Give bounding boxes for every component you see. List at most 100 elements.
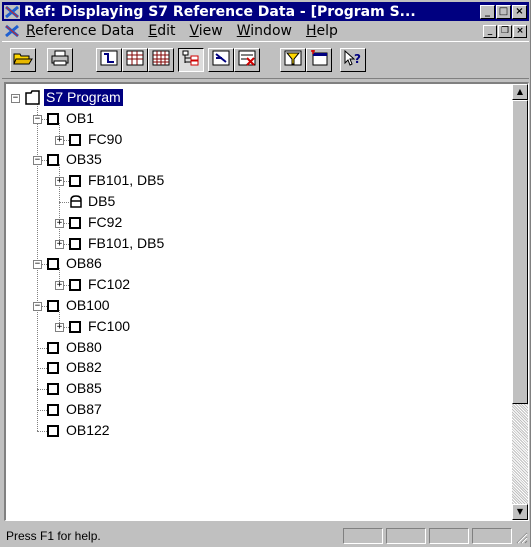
program-structure-button[interactable]: [178, 48, 204, 72]
tree-node-label[interactable]: S7 Program: [44, 89, 123, 106]
expand-plus-icon[interactable]: +: [55, 239, 64, 249]
tree-node-label[interactable]: OB87: [66, 401, 102, 418]
expand-plus-icon[interactable]: +: [55, 135, 64, 145]
tree-node-label[interactable]: FC92: [88, 214, 122, 231]
program-block-icon: [47, 404, 59, 416]
scrollbar-thumb[interactable]: [512, 100, 528, 404]
tree-node-label[interactable]: FB101, DB5: [88, 235, 164, 252]
tree-node-label[interactable]: OB100: [66, 297, 110, 314]
cross-reference-button[interactable]: [96, 48, 122, 72]
program-block-icon: [69, 237, 81, 250]
program-structure-tree[interactable]: − S7 Program − OB1 + FC90− OB35 + FB101, DB5 DB5 +…: [6, 84, 511, 520]
tree-connector: [37, 430, 47, 432]
tree-node-label[interactable]: OB85: [66, 380, 102, 397]
open-icon: [13, 50, 33, 70]
tree-node[interactable]: − OB1: [6, 109, 486, 129]
tree-node[interactable]: OB87: [6, 400, 486, 420]
print-button[interactable]: [47, 48, 73, 72]
scroll-up-button[interactable]: ▲: [512, 84, 528, 100]
tree-node[interactable]: OB85: [6, 379, 486, 399]
program-structure-icon: [182, 50, 200, 70]
open-button[interactable]: [10, 48, 36, 72]
expand-plus-icon[interactable]: +: [55, 322, 64, 332]
tree-connector: [37, 389, 47, 391]
vertical-scrollbar[interactable]: ▲ ▼: [512, 84, 528, 520]
program-block-icon: [47, 424, 59, 437]
resize-grip-icon[interactable]: [516, 532, 528, 544]
tree-node[interactable]: + FB101, DB5: [6, 234, 486, 254]
tree-node-label[interactable]: OB122: [66, 422, 110, 439]
tree-node[interactable]: − S7 Program: [6, 88, 486, 108]
menu-edit[interactable]: Edit: [148, 23, 175, 39]
menu-view[interactable]: View: [190, 23, 223, 39]
unused-symbols-button[interactable]: [208, 48, 234, 72]
menu-help[interactable]: Help: [306, 23, 338, 39]
tree-node[interactable]: + FC100: [6, 317, 486, 337]
tree-node[interactable]: DB5: [6, 192, 486, 212]
assignment-list-button[interactable]: [122, 48, 148, 72]
status-panel: [429, 528, 469, 544]
collapse-minus-icon[interactable]: −: [11, 94, 20, 103]
tree-node-label[interactable]: OB1: [66, 110, 94, 127]
tree-node-label[interactable]: OB80: [66, 339, 102, 356]
document-close-button[interactable]: ×: [513, 24, 527, 38]
document-minimize-button[interactable]: _: [483, 24, 497, 38]
tree-node[interactable]: + FB101, DB5: [6, 171, 486, 191]
arrow-up-icon: ▲: [516, 87, 524, 96]
tree-node-label[interactable]: OB82: [66, 359, 102, 376]
expand-plus-icon[interactable]: +: [55, 218, 64, 228]
minimize-button[interactable]: _: [480, 4, 495, 19]
tree-node[interactable]: OB122: [6, 421, 486, 441]
tree-node[interactable]: + FC102: [6, 275, 486, 295]
tree-node[interactable]: − OB100: [6, 296, 486, 316]
program-block-icon: [47, 383, 59, 396]
minimize-icon: _: [485, 5, 490, 17]
io-list-button[interactable]: [148, 48, 174, 72]
expand-plus-icon[interactable]: +: [55, 177, 64, 187]
program-block-icon: [69, 216, 81, 229]
assignment-list-icon: [126, 50, 144, 70]
new-window-button[interactable]: [306, 48, 332, 72]
collapse-minus-icon[interactable]: −: [33, 260, 42, 270]
scroll-down-button[interactable]: ▼: [512, 504, 528, 520]
restore-icon: ❐: [500, 25, 510, 36]
title-bar[interactable]: Ref: Displaying S7 Reference Data - [Pro…: [2, 2, 529, 21]
maximize-icon: □: [498, 5, 509, 17]
tree-node[interactable]: − OB86: [6, 254, 486, 274]
minimize-icon: _: [487, 25, 493, 36]
data-block-icon: [69, 195, 83, 212]
tree-pane[interactable]: − S7 Program − OB1 + FC90− OB35 + FB101, DB5 DB5 +…: [4, 82, 529, 521]
document-restore-button[interactable]: ❐: [498, 24, 512, 38]
program-block-icon: [47, 362, 59, 375]
tree-node-label[interactable]: FB101, DB5: [88, 172, 164, 189]
filter-button[interactable]: [280, 48, 306, 72]
tree-node-label[interactable]: FC100: [88, 318, 130, 335]
filter-icon: [284, 50, 302, 70]
collapse-minus-icon[interactable]: −: [33, 114, 42, 124]
status-panel: [386, 528, 426, 544]
tree-node[interactable]: − OB35: [6, 150, 486, 170]
x-logo-icon[interactable]: [4, 4, 20, 19]
collapse-minus-icon[interactable]: −: [33, 156, 42, 166]
tree-node-label[interactable]: OB86: [66, 255, 102, 272]
document-caption-buttons: _ ❐ ×: [483, 24, 527, 38]
menu-reference-data[interactable]: Reference Data: [26, 23, 134, 39]
tree-node[interactable]: + FC92: [6, 213, 486, 233]
document-x-logo-icon[interactable]: [4, 24, 20, 38]
addresses-without-symbols-icon: [238, 50, 256, 70]
collapse-minus-icon[interactable]: −: [33, 302, 42, 311]
expand-plus-icon[interactable]: +: [55, 281, 64, 291]
close-button[interactable]: ×: [512, 4, 527, 19]
menu-window[interactable]: Window: [237, 23, 292, 39]
tree-node-label[interactable]: OB35: [66, 151, 102, 168]
tree-node[interactable]: OB80: [6, 338, 486, 358]
tree-node-label[interactable]: DB5: [88, 193, 115, 210]
tree-node[interactable]: + FC90: [6, 130, 486, 150]
tree-node[interactable]: OB82: [6, 358, 486, 378]
tree-node-label[interactable]: FC90: [88, 131, 122, 148]
program-block-icon: [69, 320, 81, 333]
maximize-button[interactable]: □: [496, 4, 511, 19]
tree-node-label[interactable]: FC102: [88, 276, 130, 293]
addresses-without-symbols-button[interactable]: [234, 48, 260, 72]
context-help-button[interactable]: ?: [340, 48, 366, 72]
